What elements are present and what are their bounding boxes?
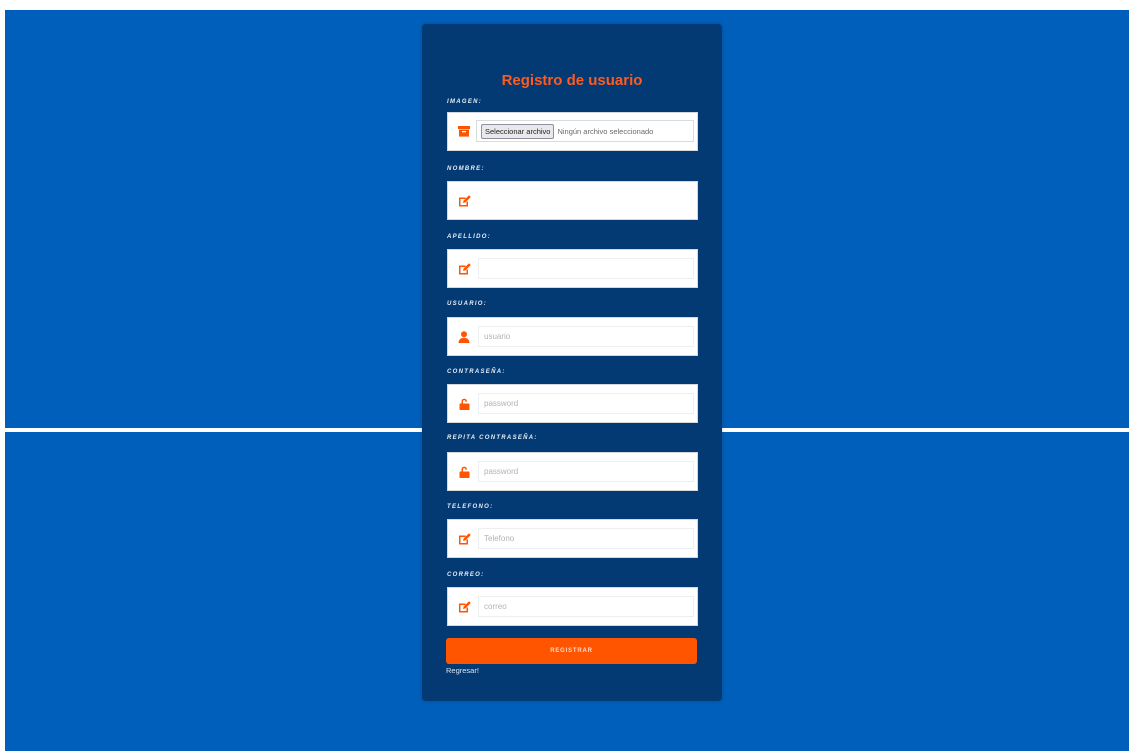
edit-icon [457, 194, 471, 207]
unlock-icon [457, 397, 471, 410]
archive-icon [457, 125, 471, 138]
field-contrasena [447, 384, 698, 423]
register-button[interactable]: REGISTRAR [446, 638, 697, 664]
edit-icon [457, 600, 471, 613]
field-nombre [447, 181, 698, 220]
field-label-usuario: USUARIO: [447, 301, 488, 307]
repita-contrasena-input[interactable] [478, 461, 694, 482]
file-input: Seleccionar archivo Ningún archivo selec… [476, 120, 694, 142]
file-status-text: Ningún archivo seleccionado [557, 126, 654, 136]
field-label-contrasena: CONTRASEÑA: [447, 369, 506, 375]
registration-card: Registro de usuario IMAGEN: Seleccionar … [422, 24, 722, 701]
field-label-repita-contrasena: REPITA CONTRASEÑA: [447, 435, 538, 441]
user-icon [457, 330, 471, 343]
contrasena-input[interactable] [478, 393, 694, 414]
field-repita-contrasena [447, 452, 698, 491]
field-label-apellido: APELLIDO: [447, 234, 492, 240]
field-usuario [447, 317, 698, 356]
apellido-input[interactable] [478, 258, 694, 279]
form-title: Registro de usuario [501, 72, 643, 89]
field-apellido [447, 249, 698, 288]
back-link[interactable]: Regresar! [446, 666, 479, 675]
field-telefono [447, 519, 698, 558]
usuario-input[interactable] [478, 326, 694, 347]
nombre-input[interactable] [478, 190, 694, 211]
edit-icon [457, 532, 471, 545]
select-file-button[interactable]: Seleccionar archivo [481, 123, 555, 139]
field-label-nombre: NOMBRE: [447, 166, 485, 172]
field-imagen: Seleccionar archivo Ningún archivo selec… [447, 112, 698, 151]
telefono-input[interactable] [478, 528, 694, 549]
field-label-telefono: TELEFONO: [447, 504, 494, 510]
edit-icon [457, 262, 471, 275]
field-correo [447, 587, 698, 626]
unlock-icon [457, 465, 471, 478]
field-label-imagen: IMAGEN: [447, 99, 483, 105]
correo-input[interactable] [478, 596, 694, 617]
field-label-correo: CORREO: [447, 572, 485, 578]
